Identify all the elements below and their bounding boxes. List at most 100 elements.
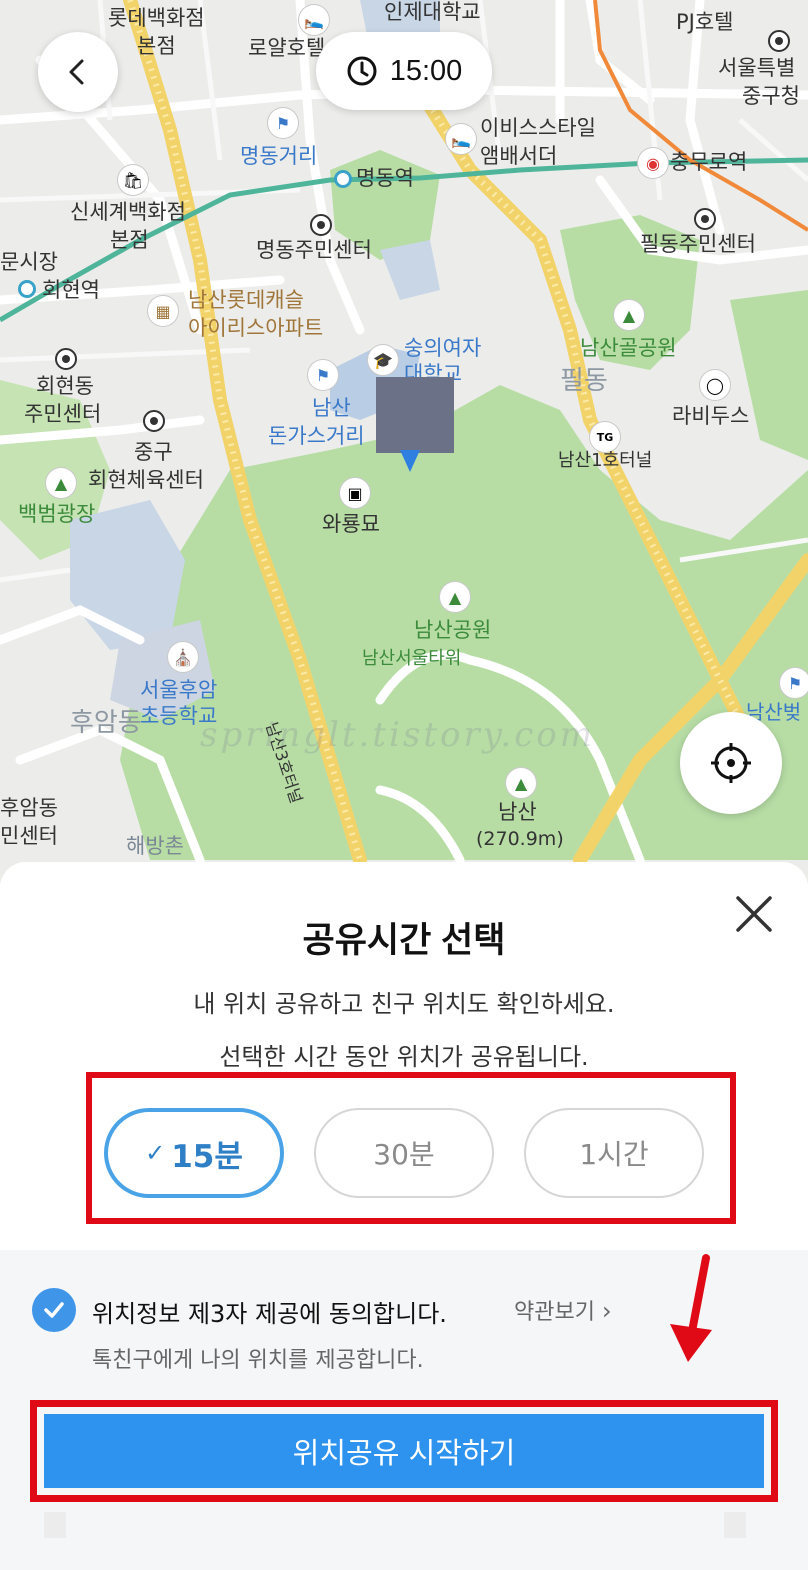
map-label: 본점 bbox=[110, 228, 149, 252]
tollgate-icon: TG bbox=[590, 422, 620, 452]
map-label: (270.9m) bbox=[476, 828, 564, 850]
map-label: 충무로역 bbox=[670, 150, 748, 174]
background-fragment bbox=[44, 1512, 66, 1538]
map-label: 아이리스아파트 bbox=[188, 316, 324, 340]
map-label: 필동 bbox=[560, 366, 608, 396]
map-label: 해방촌 bbox=[126, 834, 184, 858]
map-label: 중구청 bbox=[742, 84, 800, 108]
map-label: 필동주민센터 bbox=[640, 232, 756, 256]
tree-icon: ▲ bbox=[614, 300, 644, 330]
time-option-15min[interactable]: ✓ 15분 bbox=[104, 1108, 284, 1198]
chevron-right-icon: › bbox=[601, 1297, 612, 1325]
map-label: 로얄호텔 bbox=[248, 36, 326, 60]
time-option-label: 30분 bbox=[373, 1138, 435, 1171]
map-view[interactable]: 🛍 🛌 🛌 ⚑ ⚑ ⚑ 🎓 ▦ ▲ ▲ ▲ ▣ ◯ ⛪ ▲ TG ◉ 롯데백화점… bbox=[0, 0, 808, 900]
map-label: 후암동 bbox=[70, 708, 142, 738]
map-label: 와룡묘 bbox=[322, 512, 380, 536]
current-location-button[interactable] bbox=[680, 712, 782, 814]
map-label: 후암동 bbox=[0, 796, 58, 820]
map-label: 민센터 bbox=[0, 824, 58, 848]
terms-link[interactable]: 약관보기 › bbox=[514, 1294, 612, 1326]
map-label: 서울특별 bbox=[718, 56, 796, 80]
public-office-icon bbox=[694, 208, 716, 230]
map-label: 남산 bbox=[312, 396, 351, 420]
subway-station-icon bbox=[334, 170, 352, 188]
consent-subtext: 톡친구에게 나의 위치를 제공합니다. bbox=[92, 1348, 424, 1373]
share-timer[interactable]: 15:00 bbox=[316, 32, 492, 110]
map-label: 남산1호터널 bbox=[558, 450, 653, 471]
sheet-description: 내 위치 공유하고 친구 위치도 확인하세요. bbox=[193, 990, 615, 1018]
time-option-30min[interactable]: 30분 bbox=[314, 1108, 494, 1198]
map-label: 인제대학교 bbox=[384, 0, 481, 24]
chevron-left-icon bbox=[69, 59, 84, 85]
sheet-description: 선택한 시간 동안 위치가 공유됩니다. bbox=[219, 1043, 589, 1071]
map-label: 명동역 bbox=[356, 166, 414, 190]
start-sharing-button[interactable]: 위치공유 시작하기 bbox=[44, 1414, 764, 1488]
crosshair-icon bbox=[711, 743, 751, 783]
map-label: 주민센터 bbox=[24, 402, 102, 426]
mountain-icon: ▲ bbox=[506, 768, 536, 798]
map-label: 백범광장 bbox=[18, 502, 96, 526]
flag-icon: ⚑ bbox=[308, 360, 338, 390]
map-label: 명동거리 bbox=[240, 144, 318, 168]
map-label: 숭의여자 bbox=[404, 336, 482, 360]
location-marker[interactable] bbox=[376, 377, 454, 453]
map-label: 롯데백화점 bbox=[108, 6, 205, 30]
hotel-bed-icon: 🛌 bbox=[299, 5, 329, 35]
map-label: PJ호텔 bbox=[676, 10, 734, 34]
time-option-1hour[interactable]: 1시간 bbox=[524, 1108, 704, 1198]
time-option-label: 15분 bbox=[171, 1138, 243, 1175]
sheet-consent-section: 위치정보 제3자 제공에 동의합니다. 약관보기 › 톡친구에게 나의 위치를 … bbox=[0, 1250, 808, 1570]
map-label: 회현체육센터 bbox=[88, 468, 204, 492]
watermark: springlt.tistory.com bbox=[200, 715, 595, 755]
map-label: 남산공원 bbox=[414, 618, 492, 642]
hotel-bed-icon: 🛌 bbox=[446, 124, 476, 154]
consent-label: 위치정보 제3자 제공에 동의합니다. bbox=[92, 1300, 447, 1328]
sheet-upper-section: 공유시간 선택 내 위치 공유하고 친구 위치도 확인하세요. 선택한 시간 동… bbox=[0, 862, 808, 1250]
map-label: 신세계백화점 bbox=[70, 200, 186, 224]
map-label: 본점 bbox=[137, 34, 176, 58]
share-time-sheet: 공유시간 선택 내 위치 공유하고 친구 위치도 확인하세요. 선택한 시간 동… bbox=[0, 862, 808, 1570]
flag-icon: ⚑ bbox=[268, 108, 298, 138]
timer-value: 15:00 bbox=[389, 54, 463, 87]
map-label: 돈가스거리 bbox=[268, 424, 365, 448]
map-label: 이비스스타일 bbox=[480, 116, 596, 140]
school-icon: ⛪ bbox=[168, 642, 198, 672]
map-label: 회현동 bbox=[36, 374, 94, 398]
map-label: 남산 bbox=[498, 800, 537, 824]
background-fragment bbox=[724, 1512, 746, 1538]
location-pin-icon bbox=[400, 450, 420, 472]
back-button[interactable] bbox=[38, 32, 118, 112]
tree-icon: ▲ bbox=[440, 582, 470, 612]
school-icon: 🎓 bbox=[368, 345, 398, 375]
map-label: 명동주민센터 bbox=[256, 238, 372, 262]
map-label: 회현역 bbox=[42, 278, 100, 302]
time-option-label: 1시간 bbox=[579, 1138, 649, 1171]
shopping-bag-icon: 🛍 bbox=[118, 165, 148, 195]
clock-icon bbox=[347, 56, 377, 86]
tree-icon: ▲ bbox=[46, 468, 76, 498]
map-label: 남산롯데캐슬 bbox=[188, 288, 304, 312]
flag-icon: ⚑ bbox=[780, 668, 808, 698]
apartment-icon: ▦ bbox=[148, 296, 178, 326]
annotation-arrow bbox=[670, 1254, 712, 1362]
public-office-icon bbox=[143, 410, 165, 432]
terms-link-label: 약관보기 bbox=[514, 1300, 595, 1325]
map-label: 라비두스 bbox=[672, 404, 750, 428]
map-label: 중구 bbox=[134, 440, 173, 464]
shrine-icon: ▣ bbox=[340, 478, 370, 508]
check-icon bbox=[44, 1302, 64, 1318]
public-office-icon bbox=[310, 214, 332, 236]
map-label: 서울후암 bbox=[140, 678, 218, 702]
consent-checkbox[interactable] bbox=[32, 1288, 76, 1332]
map-label: 앰배서더 bbox=[480, 144, 558, 168]
map-label: 남산골공원 bbox=[580, 336, 677, 360]
subway-station-icon bbox=[18, 280, 36, 298]
subway-transfer-icon: ◉ bbox=[638, 148, 668, 178]
map-label: 문시장 bbox=[0, 250, 58, 274]
check-icon: ✓ bbox=[145, 1139, 166, 1167]
map-label: 남산서울타워 bbox=[362, 648, 462, 669]
sheet-title: 공유시간 선택 bbox=[302, 921, 506, 960]
public-office-icon bbox=[768, 30, 790, 52]
beauty-icon: ◯ bbox=[700, 370, 730, 400]
